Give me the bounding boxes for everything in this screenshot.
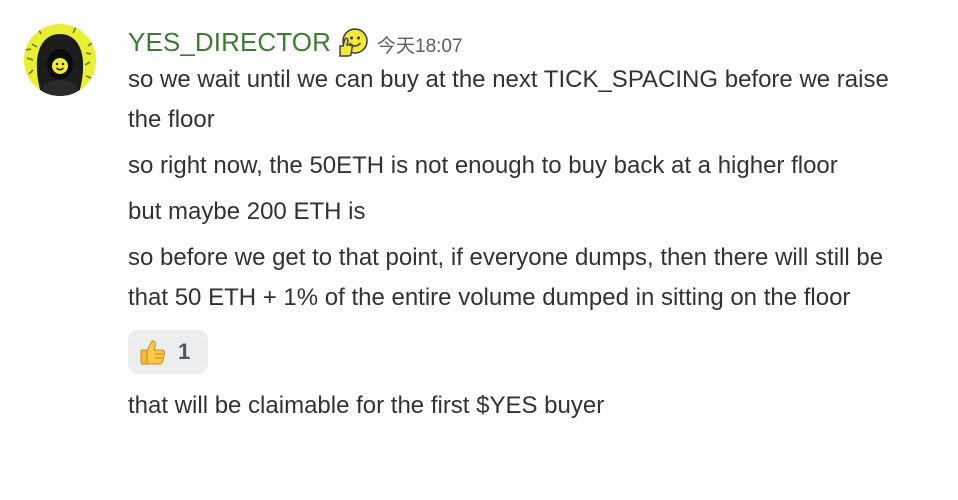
message-timestamp[interactable]: 今天18:07 <box>377 31 463 58</box>
message-text: so we wait until we can buy at the next … <box>128 66 889 133</box>
reaction-count: 1 <box>178 339 191 364</box>
thumbs-up-smiley-icon[interactable] <box>337 26 369 58</box>
thumbs-up-icon <box>138 337 168 367</box>
message-text: so before we get to that point, if every… <box>128 244 884 311</box>
message-text: but maybe 200 ETH is <box>128 198 366 225</box>
message-header: YES_DIRECTOR 今天18:07 <box>128 24 463 60</box>
reaction-thumbs-up[interactable]: 1 <box>128 330 208 374</box>
message-group: YES_DIRECTOR 今天18:07 so we wait until we… <box>0 0 958 500</box>
hooded-figure-avatar-icon <box>24 24 96 96</box>
message-text: so right now, the 50ETH is not enough to… <box>128 152 838 179</box>
message-text: that will be claimable for the first $YE… <box>128 392 605 419</box>
user-avatar[interactable] <box>24 24 96 96</box>
message-list: so we wait until we can buy at the next … <box>128 60 928 432</box>
username[interactable]: YES_DIRECTOR <box>128 27 331 58</box>
